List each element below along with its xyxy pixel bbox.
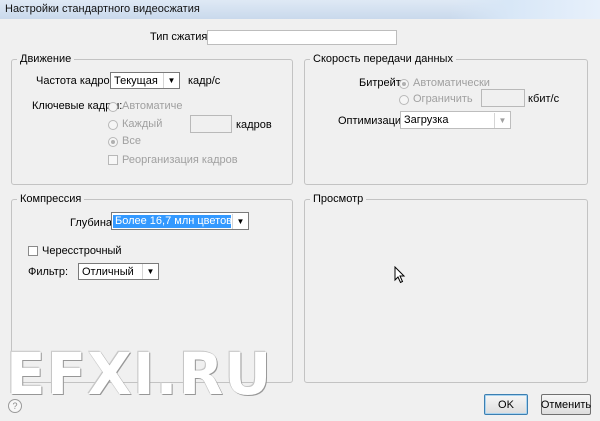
depth-select[interactable]: Более 16,7 млн цветов ▼: [111, 212, 249, 230]
bitrate-limit-radio[interactable]: [399, 95, 409, 105]
optimization-select[interactable]: Загрузка ▼: [400, 111, 511, 129]
optimization-value: Загрузка: [404, 114, 449, 126]
bitrate-limit-label: Ограничить: [413, 93, 473, 105]
ok-button[interactable]: OK: [484, 394, 528, 415]
interlaced-checkbox[interactable]: [28, 246, 38, 256]
bitrate-limit-unit: кбит/с: [528, 93, 560, 105]
filter-value: Отличный: [82, 265, 134, 278]
filter-label: Фильтр:: [28, 266, 69, 278]
key-frames-every-unit: кадров: [236, 119, 272, 131]
depth-label: Глубина:: [70, 217, 116, 229]
key-frames-all-radio[interactable]: [108, 137, 118, 147]
motion-legend: Движение: [20, 53, 72, 65]
bitrate-auto-label: Автоматически: [413, 77, 490, 89]
compression-type-label: Тип сжатия:: [150, 31, 211, 43]
interlaced-label: Чересстрочный: [42, 245, 122, 257]
key-frames-auto-radio[interactable]: [108, 102, 118, 112]
dialog-body: Тип сжатия: Движение Частота кадров: Тек…: [0, 19, 600, 421]
key-frames-every-input[interactable]: [190, 115, 232, 133]
data-rate-legend: Скорость передачи данных: [313, 53, 453, 65]
key-frames-every-label: Каждый: [122, 118, 163, 130]
compression-type-select[interactable]: [207, 30, 397, 45]
help-icon[interactable]: ?: [8, 399, 22, 413]
chevron-down-icon: ▼: [232, 213, 248, 229]
preview-group: Просмотр: [304, 193, 588, 383]
key-frames-auto-label: Автоматически: [122, 100, 182, 112]
frame-rate-unit: кадр/с: [188, 75, 221, 87]
frame-rate-value: Текущая: [114, 74, 158, 87]
key-frames-all-label: Все: [122, 135, 141, 147]
reorder-frames-checkbox[interactable]: [108, 155, 118, 165]
chevron-down-icon: ▼: [494, 112, 510, 128]
mouse-pointer-icon: [394, 266, 406, 284]
key-frames-every-radio[interactable]: [108, 120, 118, 130]
chevron-down-icon: ▼: [142, 264, 158, 279]
compression-legend: Компрессия: [20, 193, 82, 205]
preview-legend: Просмотр: [313, 193, 364, 205]
cancel-button[interactable]: Отменить: [541, 394, 591, 415]
frame-rate-select[interactable]: Текущая ▼: [110, 72, 180, 89]
filter-select[interactable]: Отличный ▼: [78, 263, 159, 280]
bitrate-auto-radio[interactable]: [399, 79, 409, 89]
title-bar-glass: [450, 0, 600, 19]
title-bar: Настройки стандартного видеосжатия: [0, 0, 600, 20]
frame-rate-label: Частота кадров:: [36, 75, 119, 87]
chevron-down-icon: ▼: [163, 73, 179, 88]
window-title: Настройки стандартного видеосжатия: [5, 3, 200, 15]
depth-value: Более 16,7 млн цветов: [113, 214, 231, 228]
bitrate-limit-input[interactable]: [481, 89, 525, 107]
bitrate-label: Битрейт:: [359, 77, 404, 89]
reorder-frames-label: Реорганизация кадров: [122, 154, 238, 166]
